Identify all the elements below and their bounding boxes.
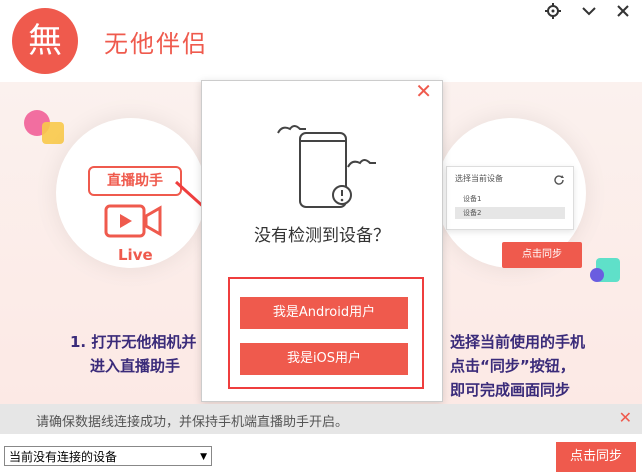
phone-illustration-icon	[272, 115, 382, 219]
step2-line1: 选择当前使用的手机	[450, 333, 586, 351]
live-assistant-badge: 直播助手	[88, 166, 182, 196]
user-type-choices: 我是Android用户 我是iOS用户	[228, 277, 424, 389]
dialog-close-icon[interactable]: ✕	[415, 81, 432, 101]
gear-icon[interactable]	[542, 2, 564, 24]
status-bar: 请确保数据线连接成功，并保持手机端直播助手开启。 ✕	[0, 404, 642, 434]
step1-text: 1. 打开无他相机并 进入直播助手	[70, 330, 196, 378]
step2-line3: 即可完成画面同步	[450, 381, 571, 399]
device-select-preview: 选择当前设备 设备1 设备2	[446, 166, 574, 230]
device-select-value: 当前没有连接的设备	[9, 450, 118, 464]
decor-purple-dot	[590, 268, 604, 282]
title-bar: 無 无他伴侣	[0, 0, 642, 82]
app-logo-glyph: 無	[28, 21, 62, 61]
step1-line1: 1. 打开无他相机并	[70, 333, 197, 351]
app-logo: 無	[12, 8, 78, 74]
video-camera-icon	[104, 204, 162, 242]
device-panel-title: 选择当前设备	[455, 174, 503, 183]
refresh-icon	[553, 171, 565, 190]
close-icon[interactable]	[612, 2, 634, 24]
app-name: 无他伴侣	[104, 30, 208, 58]
ios-user-button[interactable]: 我是iOS用户	[240, 343, 408, 375]
dropdown-arrow-icon: ▼	[200, 452, 207, 462]
step2-text: 选择当前使用的手机 点击“同步”按钮， 即可完成画面同步	[450, 330, 585, 402]
decor-yellow-square	[42, 122, 64, 144]
step2-line2: 点击“同步”按钮，	[450, 357, 575, 375]
hint-close-icon[interactable]: ✕	[619, 408, 632, 427]
sync-preview-button: 点击同步	[502, 242, 582, 268]
no-device-question: 没有检测到设备？	[254, 226, 390, 246]
sync-button[interactable]: 点击同步	[556, 442, 636, 472]
step1-line2: 进入直播助手	[90, 357, 181, 375]
chevron-down-icon[interactable]	[578, 2, 600, 24]
connection-hint: 请确保数据线连接成功，并保持手机端直播助手开启。	[36, 415, 349, 430]
device-item-selected: 设备2	[455, 207, 565, 219]
no-device-dialog: ✕ 没有检测到设备？ 我是Android用户 我是iOS用户	[201, 80, 443, 402]
device-select[interactable]: 当前没有连接的设备 ▼	[4, 446, 212, 466]
device-item: 设备1	[463, 195, 482, 203]
bottom-toolbar: 当前没有连接的设备 ▼ 点击同步	[0, 434, 642, 476]
live-label: Live	[118, 246, 153, 264]
android-user-button[interactable]: 我是Android用户	[240, 297, 408, 329]
